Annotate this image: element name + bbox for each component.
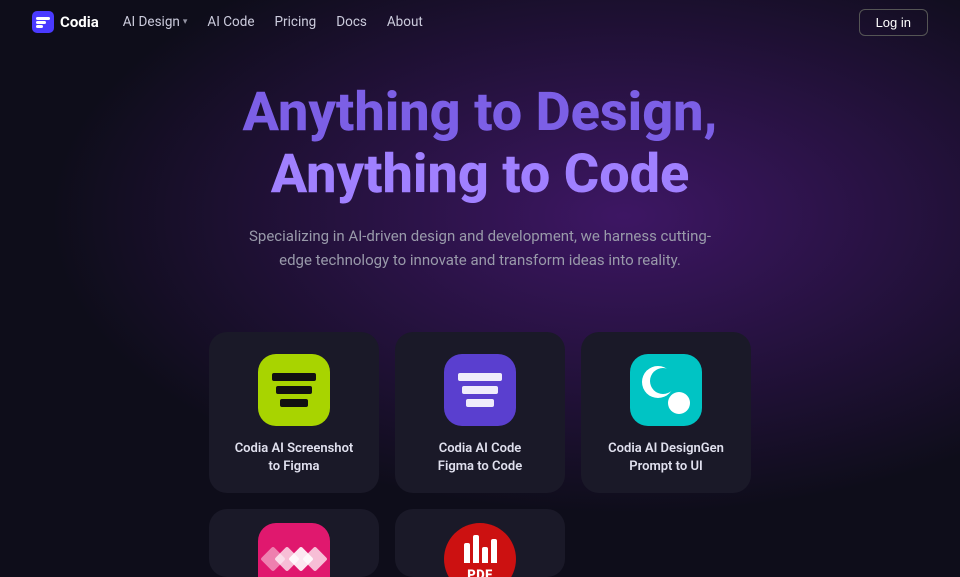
card-icon-pdf: PDF (444, 523, 516, 577)
hero-title: Anything to Design, Anything to Code (20, 82, 940, 206)
card-label-designgen: Codia AI DesignGenPrompt to UI (608, 440, 724, 476)
chevron-down-icon: ▾ (183, 17, 188, 27)
hero-section: Anything to Design, Anything to Code Spe… (0, 44, 960, 332)
card-designgen[interactable]: Codia AI DesignGenPrompt to UI (581, 332, 751, 492)
card-screenshot-figma[interactable]: Codia AI Screenshotto Figma (209, 332, 379, 492)
lines-icon (272, 373, 316, 407)
hero-title-line1: Anything to Design, (243, 81, 718, 144)
card-pdf[interactable]: PDF (395, 509, 565, 577)
main-nav: AI Design ▾ AI Code Pricing Docs About (123, 14, 423, 30)
logo-link[interactable]: Codia (32, 11, 99, 33)
cards-row-1: Codia AI Screenshotto Figma Codia AI Cod… (0, 332, 960, 492)
nav-docs[interactable]: Docs (336, 14, 367, 30)
nav-pricing[interactable]: Pricing (275, 14, 317, 30)
nav-about[interactable]: About (387, 14, 423, 30)
cards-row-2: PDF (0, 493, 960, 577)
login-button[interactable]: Log in (859, 9, 928, 36)
nav-ai-code[interactable]: AI Code (207, 14, 254, 30)
card-label-figma: Codia AI CodeFigma to Code (438, 440, 522, 476)
card-icon-screenshot (258, 354, 330, 426)
lines-purple-icon (458, 373, 502, 407)
pdf-label: PDF (467, 568, 493, 577)
teal-design-icon (640, 364, 692, 416)
pdf-bars (464, 535, 497, 563)
diamond-flow-icon (266, 550, 322, 568)
card-kilt[interactable] (209, 509, 379, 577)
card-figma-code[interactable]: Codia AI CodeFigma to Code (395, 332, 565, 492)
card-icon-figma (444, 354, 516, 426)
header-left: Codia AI Design ▾ AI Code Pricing Docs A… (32, 11, 423, 33)
pdf-icon: PDF (464, 535, 497, 577)
hero-subtitle: Specializing in AI-driven design and dev… (240, 224, 720, 272)
card-icon-kilt (258, 523, 330, 577)
logo-text: Codia (60, 13, 99, 31)
nav-ai-design[interactable]: AI Design ▾ (123, 14, 188, 30)
logo-icon (32, 11, 54, 33)
card-label-screenshot: Codia AI Screenshotto Figma (235, 440, 354, 476)
header: Codia AI Design ▾ AI Code Pricing Docs A… (0, 0, 960, 44)
hero-title-line2: Anything to Code (271, 143, 690, 206)
card-icon-designgen (630, 354, 702, 426)
